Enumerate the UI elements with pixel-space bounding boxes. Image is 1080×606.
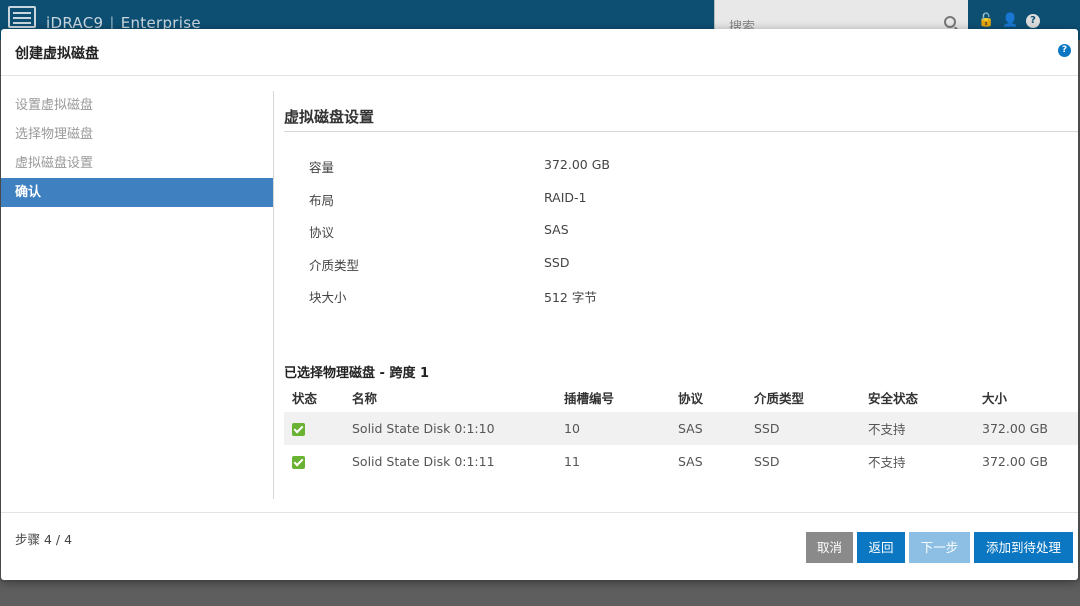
background-strip [0,582,1080,606]
section-title: 虚拟磁盘设置 [284,91,1078,132]
setting-value: SSD [544,254,570,270]
disk-media: SSD [754,454,780,469]
setting-row: 块大小 512 字节 [284,282,1078,315]
disk-name: Solid State Disk 0:1:11 [352,454,495,469]
col-status: 状态 [292,391,318,406]
lock-icon[interactable]: 🔓 [978,14,994,28]
disk-size: 372.00 GB [982,454,1048,469]
col-media-type: 介质类型 [754,391,805,406]
setting-row: 介质类型 SSD [284,250,1078,283]
disk-protocol: SAS [678,454,703,469]
confirm-content: 虚拟磁盘设置 容量 372.00 GB 布局 RAID-1 协议 SAS 介质类… [284,91,1078,470]
create-virtual-disk-dialog: 创建虚拟磁盘 ? 设置虚拟磁盘 选择物理磁盘 虚拟磁盘设置 确认 虚拟磁盘设置 … [1,29,1078,580]
server-logo-icon [8,6,36,28]
disk-name: Solid State Disk 0:1:10 [352,421,495,436]
setting-value: RAID-1 [544,189,587,205]
back-button[interactable]: 返回 [857,532,905,563]
wizard-steps: 设置虚拟磁盘 选择物理磁盘 虚拟磁盘设置 确认 [1,91,274,499]
add-to-pending-button[interactable]: 添加到待处理 [974,532,1073,563]
physical-disks-table: 状态 名称 插槽编号 协议 介质类型 安全状态 大小 Solid State D… [284,383,1078,478]
disk-slot: 11 [564,454,580,469]
setting-label: 协议 [309,225,335,240]
setting-value: 372.00 GB [544,157,610,172]
step-indicator: 步骤 4 / 4 [15,532,73,547]
table-row: Solid State Disk 0:1:11 11 SAS SSD 不支持 3… [284,445,1078,478]
cancel-button[interactable]: 取消 [806,532,853,563]
setting-value: SAS [544,222,569,237]
disk-media: SSD [754,421,780,436]
col-security: 安全状态 [868,391,919,406]
user-icon[interactable]: 👤 [1002,14,1018,28]
setting-value: 512 字节 [544,290,597,305]
help-circle-icon[interactable]: ? [1026,14,1040,28]
status-ok-icon [292,456,305,469]
disk-security: 不支持 [868,455,906,470]
disk-slot: 10 [564,421,580,436]
col-protocol: 协议 [678,391,704,406]
step-select-physical-disks[interactable]: 选择物理磁盘 [1,120,273,149]
modal-title: 创建虚拟磁盘 [15,46,99,62]
setting-row: 布局 RAID-1 [284,185,1078,218]
setting-row: 容量 372.00 GB [284,152,1078,185]
setting-label: 容量 [309,160,335,175]
settings-list: 容量 372.00 GB 布局 RAID-1 协议 SAS 介质类型 SSD 块… [284,152,1078,315]
col-size: 大小 [982,391,1008,406]
step-confirm[interactable]: 确认 [1,178,273,207]
col-name: 名称 [352,391,378,406]
setting-label: 介质类型 [309,257,360,273]
search-icon[interactable] [944,16,956,28]
physical-disks-title: 已选择物理磁盘 - 跨度 1 [284,366,430,381]
table-header-row: 状态 名称 插槽编号 协议 介质类型 安全状态 大小 [284,383,1078,412]
disk-security: 不支持 [868,422,906,437]
setting-label: 块大小 [309,290,347,305]
modal-header: 创建虚拟磁盘 ? [1,29,1078,76]
help-icon[interactable]: ? [1058,44,1071,57]
setting-row: 协议 SAS [284,217,1078,250]
step-virtual-disk-settings[interactable]: 虚拟磁盘设置 [1,149,273,178]
disk-protocol: SAS [678,421,703,436]
setting-label: 布局 [309,192,335,208]
status-ok-icon [292,423,305,436]
modal-footer: 步骤 4 / 4 取消 返回 下一步 添加到待处理 [1,512,1078,580]
col-slot: 插槽编号 [564,391,615,406]
step-setup-virtual-disk[interactable]: 设置虚拟磁盘 [1,91,273,120]
next-button: 下一步 [909,532,970,563]
table-row: Solid State Disk 0:1:10 10 SAS SSD 不支持 3… [284,412,1078,445]
disk-size: 372.00 GB [982,421,1048,436]
